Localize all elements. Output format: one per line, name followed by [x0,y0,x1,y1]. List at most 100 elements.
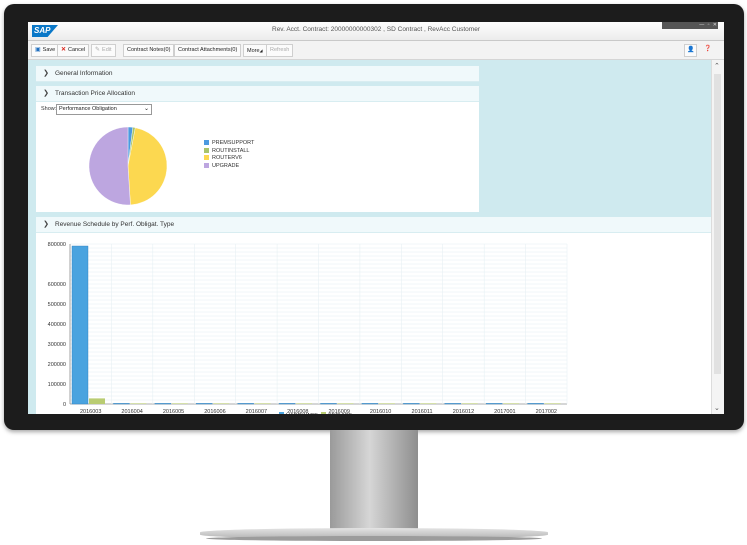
pie-chart [88,126,168,206]
transaction-price-allocation-panel: ❯ Transaction Price Allocation Show: Perf… [36,86,479,212]
bar-service[interactable] [378,403,395,404]
show-select-value: Performance Obligation [59,106,117,112]
bar-legend-label: HARDWARE [286,413,318,414]
legend-swatch [204,162,209,168]
x-tick-label: 2016005 [163,409,184,414]
bar-hardware[interactable] [154,403,172,405]
pie-slice-routerv6[interactable] [127,127,168,206]
pencil-icon: ✎ [95,47,101,53]
transaction-price-allocation-title: Transaction Price Allocation [55,90,135,97]
help-icon: ❓ [704,46,712,52]
bar-hardware[interactable] [196,403,213,405]
general-information-header[interactable]: ❯ General Information [36,66,479,82]
user-menu-button[interactable]: 👤 [684,44,698,57]
window-controls[interactable]: — ▫ ✕ [662,22,718,29]
y-tick-label: 500000 [48,302,66,308]
revenue-schedule-header[interactable]: ❯ Revenue Schedule by Perf. Obligat. Type [36,217,712,233]
chevron-down-icon: ⌄ [143,106,149,112]
y-tick-label: 800000 [48,242,66,248]
bar-hardware[interactable] [444,403,461,405]
bar-hardware[interactable] [403,403,420,405]
screen: SAP Rev. Acct. Contract: 20000000000302 … [28,22,724,414]
revenue-schedule-title: Revenue Schedule by Perf. Obligat. Type [55,221,175,228]
legend-swatch [204,155,209,161]
edit-label: Edit [102,47,112,53]
bar-service[interactable] [254,403,271,404]
more-button[interactable]: More◢ [243,44,267,57]
bar-service[interactable] [89,398,105,404]
contract-attachments-button[interactable]: Contract Attachments(0) [174,44,242,57]
bar-service[interactable] [130,403,147,404]
bar-service[interactable] [461,403,478,404]
chevron-up-icon[interactable]: ⌃ [714,62,720,70]
legend-swatch [204,147,209,153]
pie-legend-item-upgrade: UPGRADE [204,163,239,170]
bar-hardware[interactable] [361,403,379,405]
monitor-bezel: SAP Rev. Acct. Contract: 20000000000302 … [4,4,744,430]
window-title: Rev. Acct. Contract: 20000000000302 , SD… [272,26,480,33]
pie-slice-upgrade[interactable] [88,126,131,206]
general-information-panel: ❯ General Information [36,66,479,82]
cancel-button[interactable]: ✕ Cancel [57,44,90,57]
user-icon: 👤 [687,47,695,53]
transaction-price-allocation-header[interactable]: ❯ Transaction Price Allocation [36,86,479,102]
y-tick-label: 0 [63,402,66,408]
legend-label: PREMSUPPORT [212,140,255,146]
cancel-label: Cancel [68,47,86,53]
legend-label: ROUTERV6 [212,155,242,161]
save-button[interactable]: ▣ Save [31,44,60,57]
monitor-stand-base-shadow [206,536,542,541]
x-tick-label: 2016004 [121,409,142,414]
bar-service[interactable] [420,403,437,404]
bar-service[interactable] [337,403,354,404]
x-tick-label: 2016006 [204,409,225,414]
x-tick-label: 2016003 [80,409,101,414]
chevron-down-icon: ❯ [43,221,49,228]
bar-hardware[interactable] [113,403,130,405]
content-area: ❯ General Information ❯ Transaction Price … [28,60,712,414]
bar-hardware[interactable] [527,403,544,405]
show-select[interactable]: Performance Obligation ⌄ [56,104,152,115]
y-tick-label: 200000 [48,362,66,368]
y-tick-label: 400000 [48,322,66,328]
bar-hardware[interactable] [485,403,503,405]
bar-service[interactable] [544,403,561,404]
bar-hardware[interactable] [237,403,254,405]
save-icon: ▣ [35,47,41,53]
window-titlebar: SAP Rev. Acct. Contract: 20000000000302 … [28,22,724,41]
x-tick-label: 2016010 [370,409,391,414]
refresh-button[interactable]: Refresh [266,44,294,57]
scrollbar-thumb[interactable] [714,74,721,374]
x-tick-label: 2016011 [412,409,433,414]
legend-label: UPGRADE [212,162,240,169]
legend-swatch [321,412,326,414]
pie-legend-item-premsupport: PREMSUPPORT [204,140,254,147]
y-tick-label: 300000 [48,342,66,348]
bar-service[interactable] [296,403,313,404]
legend-label: ROUTINSTALL [212,147,250,154]
bar-service[interactable] [503,403,520,404]
x-tick-label: 2016007 [246,409,267,414]
vertical-scrollbar[interactable]: ⌃ ⌄ [711,60,724,414]
help-button[interactable]: ❓ [702,44,713,55]
contract-notes-button[interactable]: Contract Notes(0) [123,44,175,57]
y-tick-label: 100000 [48,382,66,388]
legend-swatch [204,140,209,146]
show-label: Show: [41,106,57,112]
bar-hardware[interactable] [278,403,296,405]
bar-hardware[interactable] [71,245,89,405]
toolbar: ▣ Save ✕ Cancel ✎ Edit Contract Notes(0) Co… [28,41,724,60]
general-information-title: General Information [55,70,113,77]
bar-service[interactable] [213,403,230,404]
chevron-down-icon[interactable]: ⌄ [714,404,720,412]
legend-swatch [279,412,284,414]
bar-legend-label: SERVICE [328,413,352,414]
x-tick-label: 2017002 [536,409,557,414]
bar-chart: 0 100000 200000 300000 400000 500000 600000 800… [48,242,568,414]
chevron-down-icon: ❯ [43,90,49,97]
save-label: Save [42,47,56,53]
bar-service[interactable] [171,403,188,404]
bar-hardware[interactable] [320,403,337,405]
y-tick-label: 600000 [48,282,66,288]
edit-button[interactable]: ✎ Edit [91,44,116,57]
